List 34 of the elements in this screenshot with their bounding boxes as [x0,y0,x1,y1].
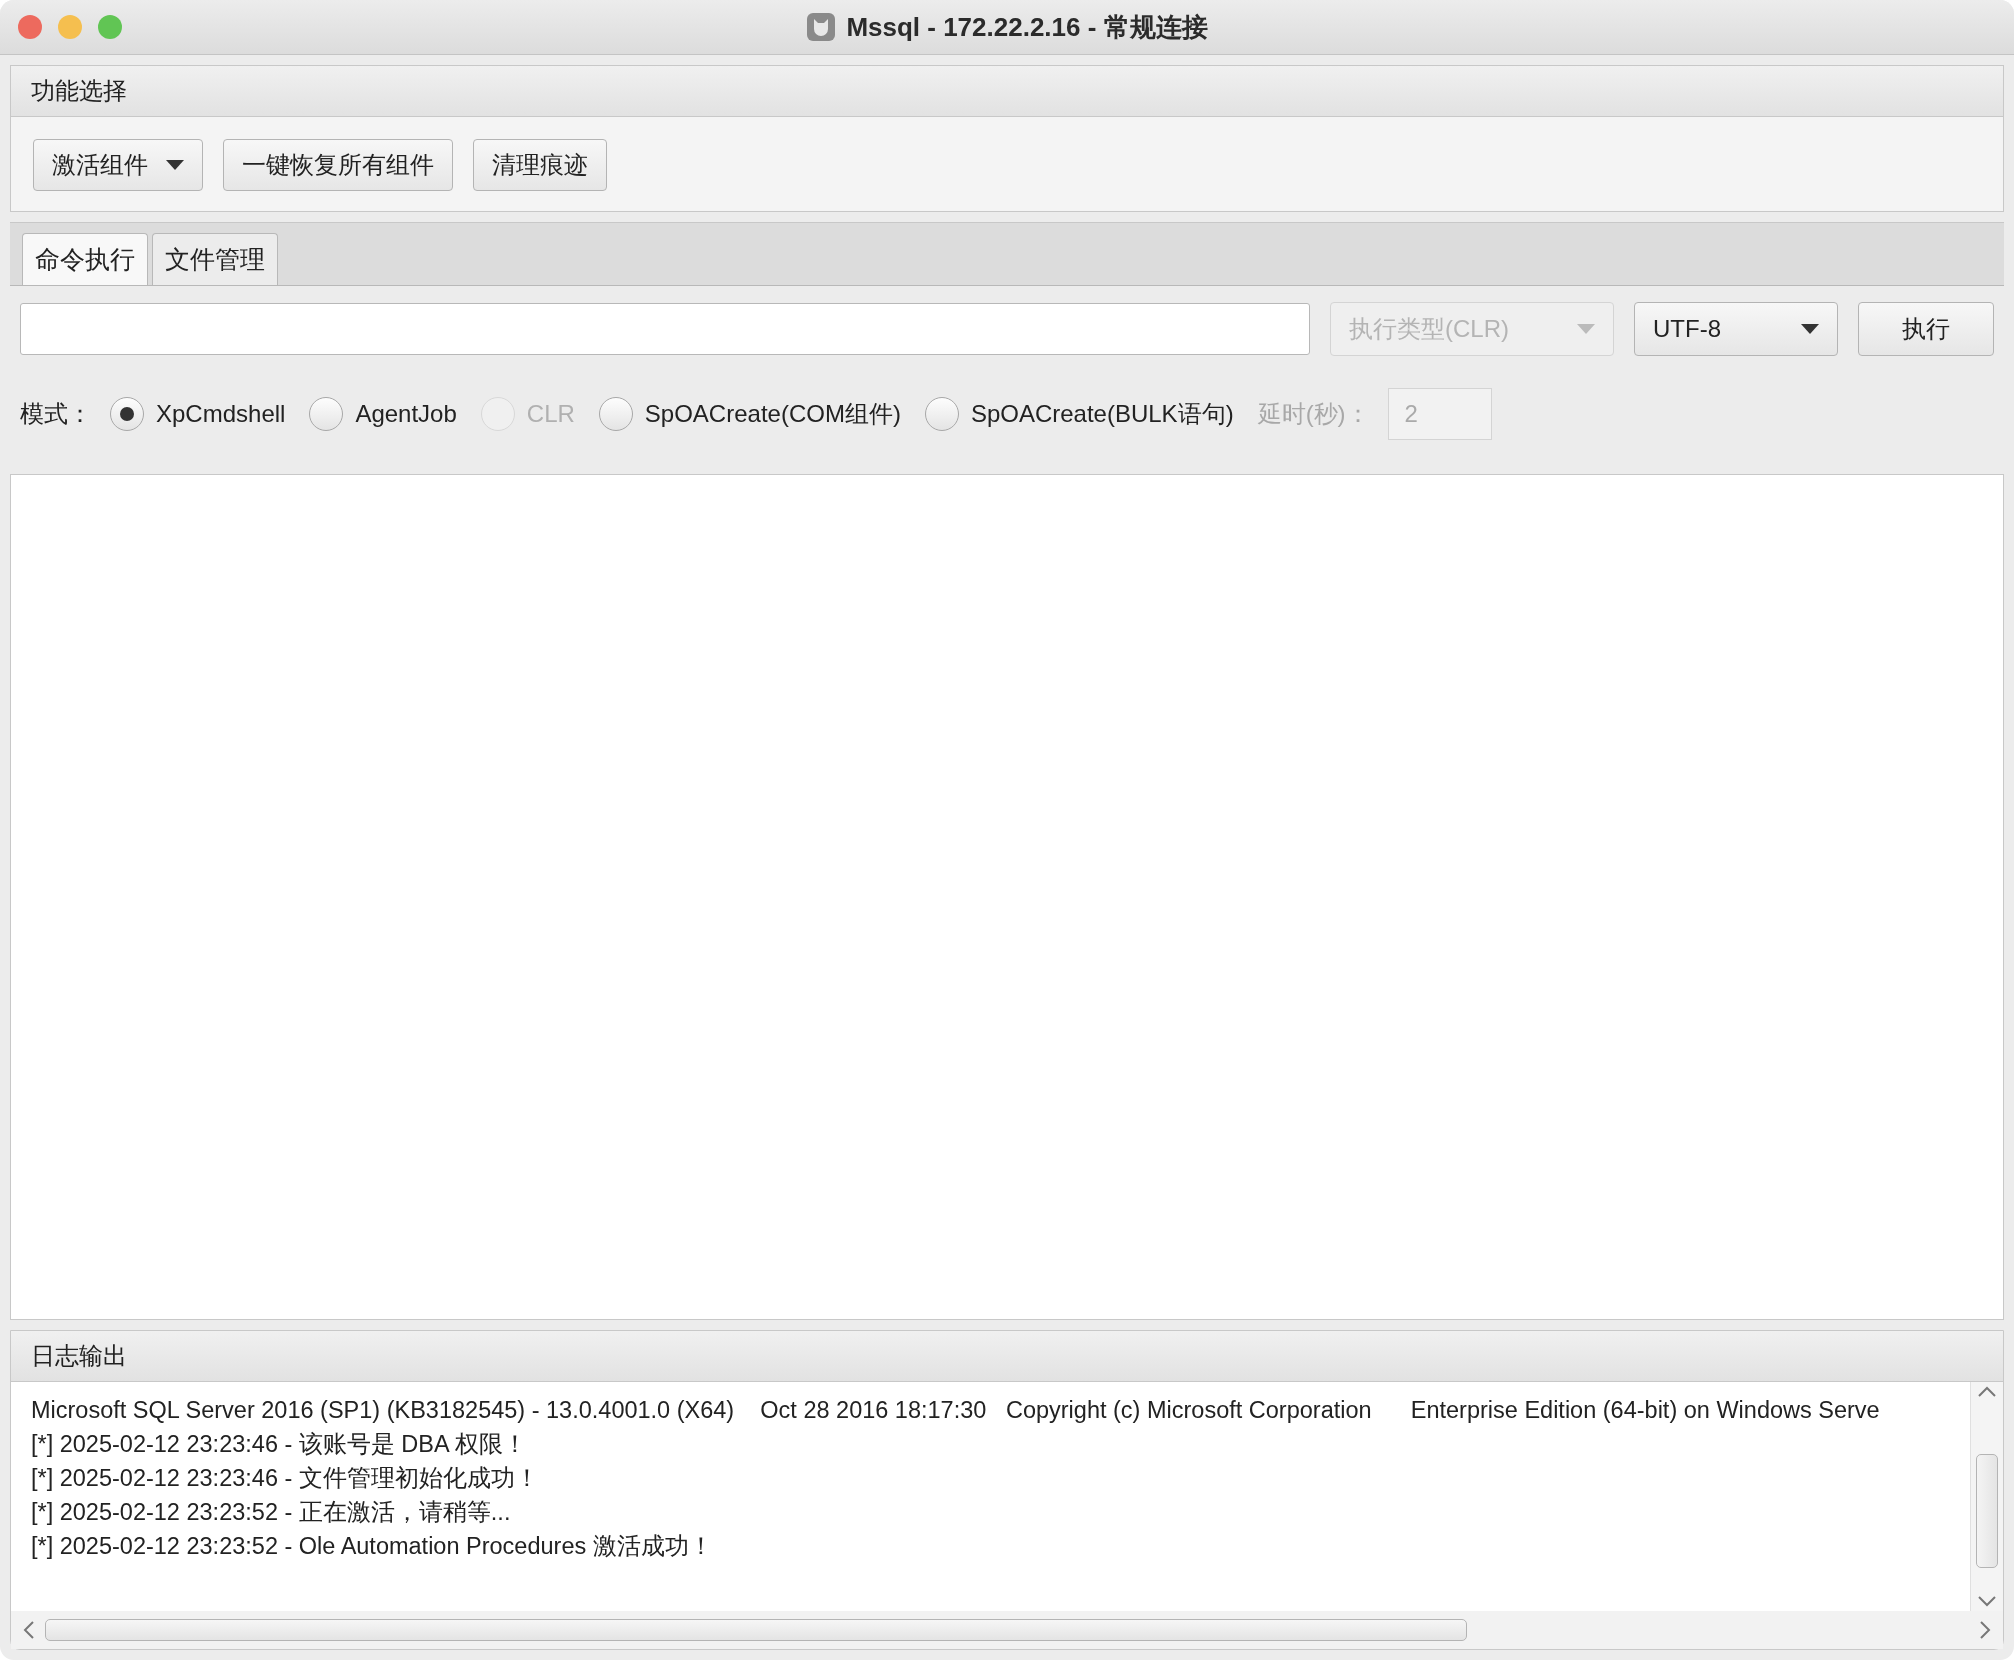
radio-option[interactable]: XpCmdshell [110,397,286,431]
mode-label: 模式： [20,399,92,429]
run-button[interactable]: 执行 [1858,302,1994,356]
caret-icon [166,160,184,170]
panel-title: 日志输出 [11,1331,2003,1382]
close-icon[interactable] [18,15,42,39]
command-input[interactable] [20,303,1310,355]
log-line: Microsoft SQL Server 2016 (SP1) (KB3182545) - 13.0.4001.0 (X64) Oct 28 2016 18:17:30 Copyright (c) Microsoft Corporation Enterprise Edition (64-bit) on Windows Serve [31,1396,1881,1424]
caret-icon [1577,324,1595,334]
radio-icon[interactable] [598,397,633,431]
app-icon [806,12,837,42]
encoding-select[interactable]: UTF-8 [1634,302,1838,356]
radio-icon[interactable] [309,397,344,431]
radio-option[interactable]: AgentJob [309,397,457,431]
radio-option[interactable]: SpOACreate(COM组件) [598,397,901,431]
dropdown-button[interactable]: 激活组件 [33,139,203,191]
log-line: [*] 2025-02-12 23:23:46 - 该账号是 DBA 权限！ [31,1430,528,1458]
radio-icon[interactable] [924,397,959,431]
radio-option[interactable]: SpOACreate(BULK语句) [924,397,1234,431]
radio-icon[interactable] [110,397,144,431]
log-line: [*] 2025-02-12 23:23:52 - 正在激活，请稍等... [31,1498,512,1526]
tab[interactable]: 文件管理 [152,233,278,285]
tab[interactable]: 命令执行 [22,233,148,285]
toolbar-button[interactable]: 清理痕迹 [473,139,607,191]
caret-icon [1801,324,1819,334]
panel-title: 功能选择 [11,66,2003,117]
vertical-scrollbar[interactable] [1970,1382,2003,1611]
zoom-icon[interactable] [98,15,122,39]
log-line: [*] 2025-02-12 23:23:46 - 文件管理初始化成功！ [31,1464,540,1492]
log-line: [*] 2025-02-12 23:23:52 - Ole Automation Procedures 激活成功！ [31,1532,714,1560]
window-title: Mssql - 172.22.2.16 - 常规连接 [846,10,1208,44]
minimize-icon[interactable] [58,15,82,39]
toolbar-button[interactable]: 一键恢复所有组件 [223,139,453,191]
delay-label: 延时(秒)： [1257,399,1370,429]
